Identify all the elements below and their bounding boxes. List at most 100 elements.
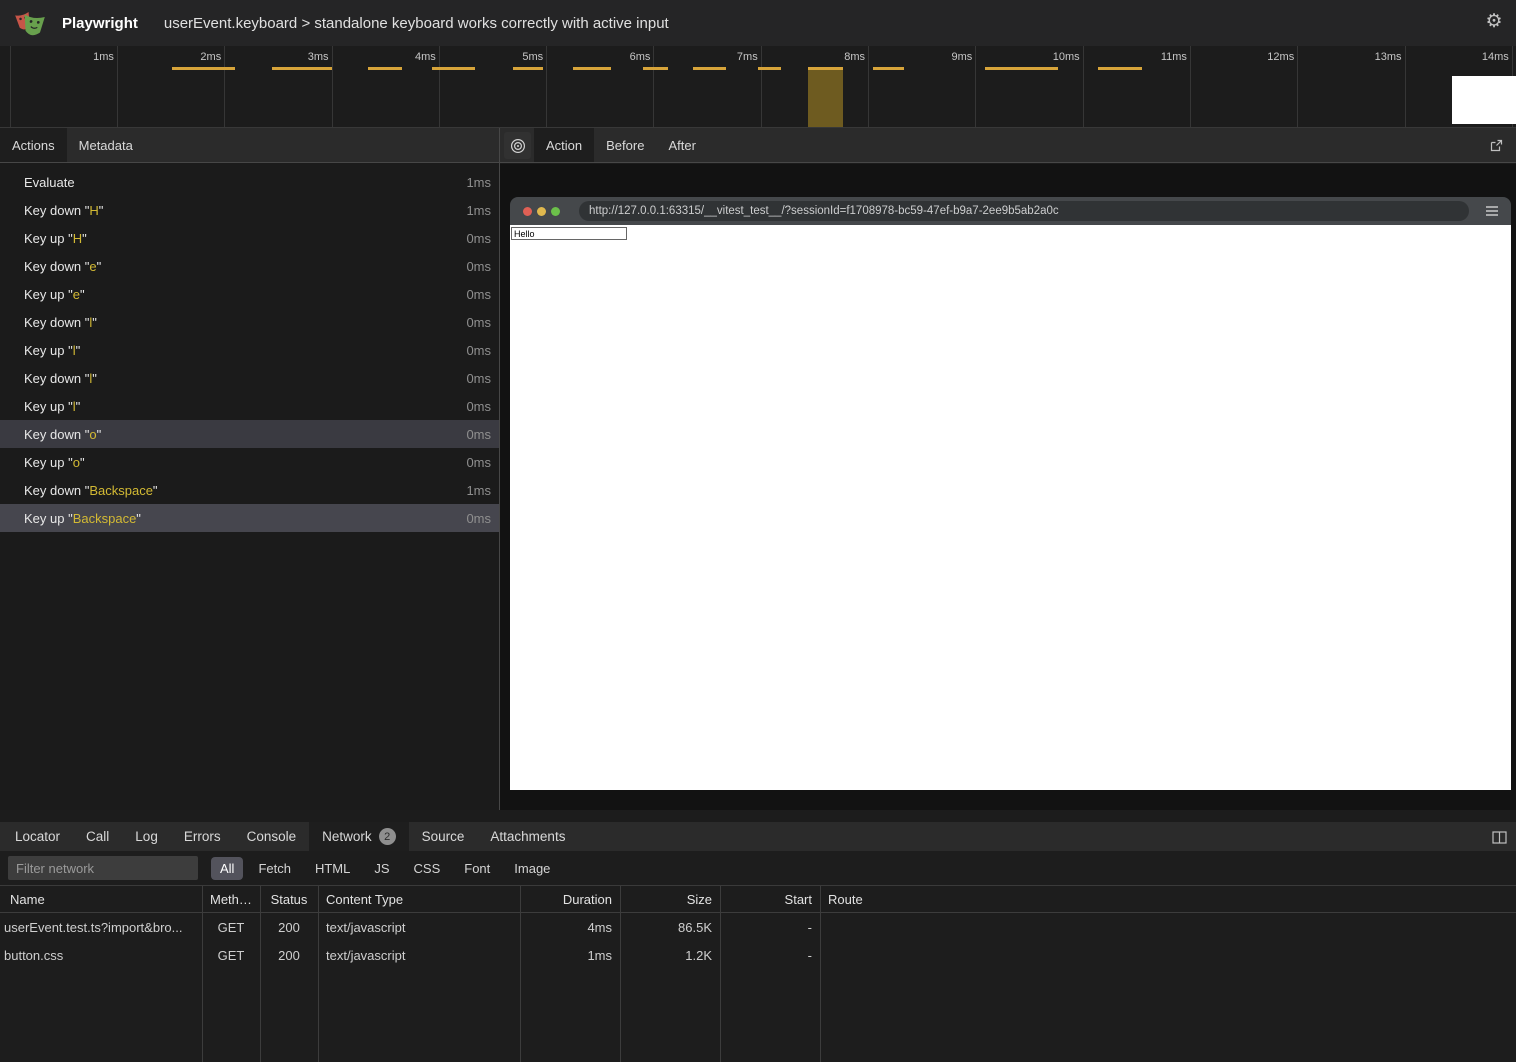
timeline-tick-label: 13ms — [1375, 51, 1402, 63]
filter-chip-all[interactable]: All — [211, 857, 243, 880]
table-header-start[interactable]: Start — [720, 892, 820, 907]
timeline-action-tick[interactable] — [432, 67, 475, 70]
filter-chip-image[interactable]: Image — [505, 857, 559, 880]
split-columns-icon[interactable] — [1488, 826, 1510, 848]
tab-console[interactable]: Console — [234, 822, 310, 851]
timeline-action-tick[interactable] — [272, 67, 332, 70]
action-row[interactable]: Key down "e"0ms — [0, 252, 499, 280]
table-header-method[interactable]: Method — [202, 892, 260, 907]
table-column-separator — [202, 886, 203, 1062]
action-duration: 0ms — [466, 343, 499, 358]
tab-actions[interactable]: Actions — [0, 128, 67, 162]
timeline-filmstrip-thumbnail[interactable] — [1452, 76, 1516, 124]
cell-method: GET — [202, 920, 260, 935]
action-row[interactable]: Evaluate1ms — [0, 168, 499, 196]
timeline-action-tick[interactable] — [808, 67, 843, 70]
timeline-gridline — [1083, 46, 1084, 127]
action-label: Key down " — [24, 427, 89, 442]
horizontal-splitter[interactable] — [0, 810, 1516, 822]
action-duration: 1ms — [466, 203, 499, 218]
timeline-action-tick[interactable] — [513, 67, 543, 70]
tab-errors[interactable]: Errors — [171, 822, 234, 851]
table-header-status[interactable]: Status — [260, 892, 318, 907]
table-column-separator — [520, 886, 521, 1062]
action-key-value: e — [73, 287, 80, 302]
timeline-action-tick[interactable] — [573, 67, 611, 70]
tab-attachments[interactable]: Attachments — [477, 822, 578, 851]
filter-chip-font[interactable]: Font — [455, 857, 499, 880]
tab-network[interactable]: Network2 — [309, 822, 409, 851]
table-header-size[interactable]: Size — [620, 892, 720, 907]
table-row[interactable]: button.cssGET200text/javascript1ms1.2K- — [0, 941, 1516, 969]
tab-metadata[interactable]: Metadata — [67, 128, 145, 162]
timeline-action-tick[interactable] — [1098, 67, 1142, 70]
pick-locator-target-icon[interactable] — [504, 132, 531, 159]
tab-log[interactable]: Log — [122, 822, 171, 851]
action-duration: 0ms — [466, 427, 499, 442]
action-row[interactable]: Key up "o"0ms — [0, 448, 499, 476]
action-label: Key up " — [24, 231, 73, 246]
action-row[interactable]: Key up "e"0ms — [0, 280, 499, 308]
cell-status: 200 — [260, 948, 318, 963]
action-row[interactable]: Key up "l"0ms — [0, 392, 499, 420]
action-duration: 0ms — [466, 371, 499, 386]
action-row[interactable]: Key up "l"0ms — [0, 336, 499, 364]
table-header-duration[interactable]: Duration — [520, 892, 620, 907]
action-duration: 1ms — [466, 175, 499, 190]
timeline-action-tick[interactable] — [758, 67, 781, 70]
timeline[interactable]: 1ms2ms3ms4ms5ms6ms7ms8ms9ms10ms11ms12ms1… — [0, 46, 1516, 128]
tab-after[interactable]: After — [656, 128, 707, 162]
table-column-separator — [260, 886, 261, 1062]
action-quote: " — [80, 287, 85, 302]
timeline-selected-action-bar[interactable] — [808, 68, 843, 127]
action-row[interactable]: Key down "Backspace"1ms — [0, 476, 499, 504]
timeline-action-tick[interactable] — [172, 67, 235, 70]
action-row[interactable]: Key up "H"0ms — [0, 224, 499, 252]
action-duration: 0ms — [466, 511, 499, 526]
tab-before[interactable]: Before — [594, 128, 656, 162]
action-row[interactable]: Key down "l"0ms — [0, 308, 499, 336]
action-row[interactable]: Key down "H"1ms — [0, 196, 499, 224]
settings-gear-icon[interactable]: ⚙ — [1483, 11, 1505, 33]
action-label: Key up " — [24, 455, 73, 470]
cell-name: userEvent.test.ts?import&bro... — [0, 920, 202, 935]
table-header-content-type[interactable]: Content Type — [318, 892, 520, 907]
filter-chip-fetch[interactable]: Fetch — [249, 857, 300, 880]
timeline-action-tick[interactable] — [985, 67, 1058, 70]
open-external-icon[interactable] — [1484, 133, 1508, 157]
filter-chip-js[interactable]: JS — [365, 857, 398, 880]
tab-action[interactable]: Action — [534, 128, 594, 162]
table-row[interactable]: userEvent.test.ts?import&bro...GET200tex… — [0, 913, 1516, 941]
action-duration: 1ms — [466, 483, 499, 498]
page-url: http://127.0.0.1:63315/__vitest_test__/?… — [589, 205, 1059, 217]
action-label: Key up " — [24, 511, 73, 526]
browser-chrome: http://127.0.0.1:63315/__vitest_test__/?… — [510, 197, 1511, 225]
timeline-action-tick[interactable] — [873, 67, 904, 70]
snapshot-area: http://127.0.0.1:63315/__vitest_test__/?… — [500, 164, 1516, 810]
filter-network-input[interactable] — [8, 856, 198, 880]
action-row[interactable]: Key down "l"0ms — [0, 364, 499, 392]
action-row[interactable]: Key down "o"0ms — [0, 420, 499, 448]
timeline-action-tick[interactable] — [693, 67, 726, 70]
hamburger-menu-icon — [1483, 202, 1501, 220]
timeline-tick-label: 7ms — [737, 51, 758, 63]
snapshot-text-input[interactable] — [511, 227, 627, 240]
table-header-route[interactable]: Route — [820, 892, 1516, 907]
action-row[interactable]: Key up "Backspace"0ms — [0, 504, 499, 532]
action-key-value: o — [73, 455, 80, 470]
timeline-action-tick[interactable] — [368, 67, 402, 70]
cell-size: 86.5K — [620, 920, 720, 935]
browser-window: http://127.0.0.1:63315/__vitest_test__/?… — [510, 197, 1511, 790]
tab-source[interactable]: Source — [409, 822, 478, 851]
filter-chip-html[interactable]: HTML — [306, 857, 359, 880]
filter-chip-css[interactable]: CSS — [405, 857, 450, 880]
table-column-separator — [820, 886, 821, 1062]
tab-call[interactable]: Call — [73, 822, 122, 851]
action-quote: " — [97, 427, 102, 442]
address-bar: http://127.0.0.1:63315/__vitest_test__/?… — [579, 201, 1469, 221]
table-header-name[interactable]: Name — [0, 892, 202, 907]
tab-locator[interactable]: Locator — [2, 822, 73, 851]
app-title: Playwright — [62, 15, 138, 32]
action-key-value: Backspace — [73, 511, 137, 526]
timeline-action-tick[interactable] — [643, 67, 668, 70]
